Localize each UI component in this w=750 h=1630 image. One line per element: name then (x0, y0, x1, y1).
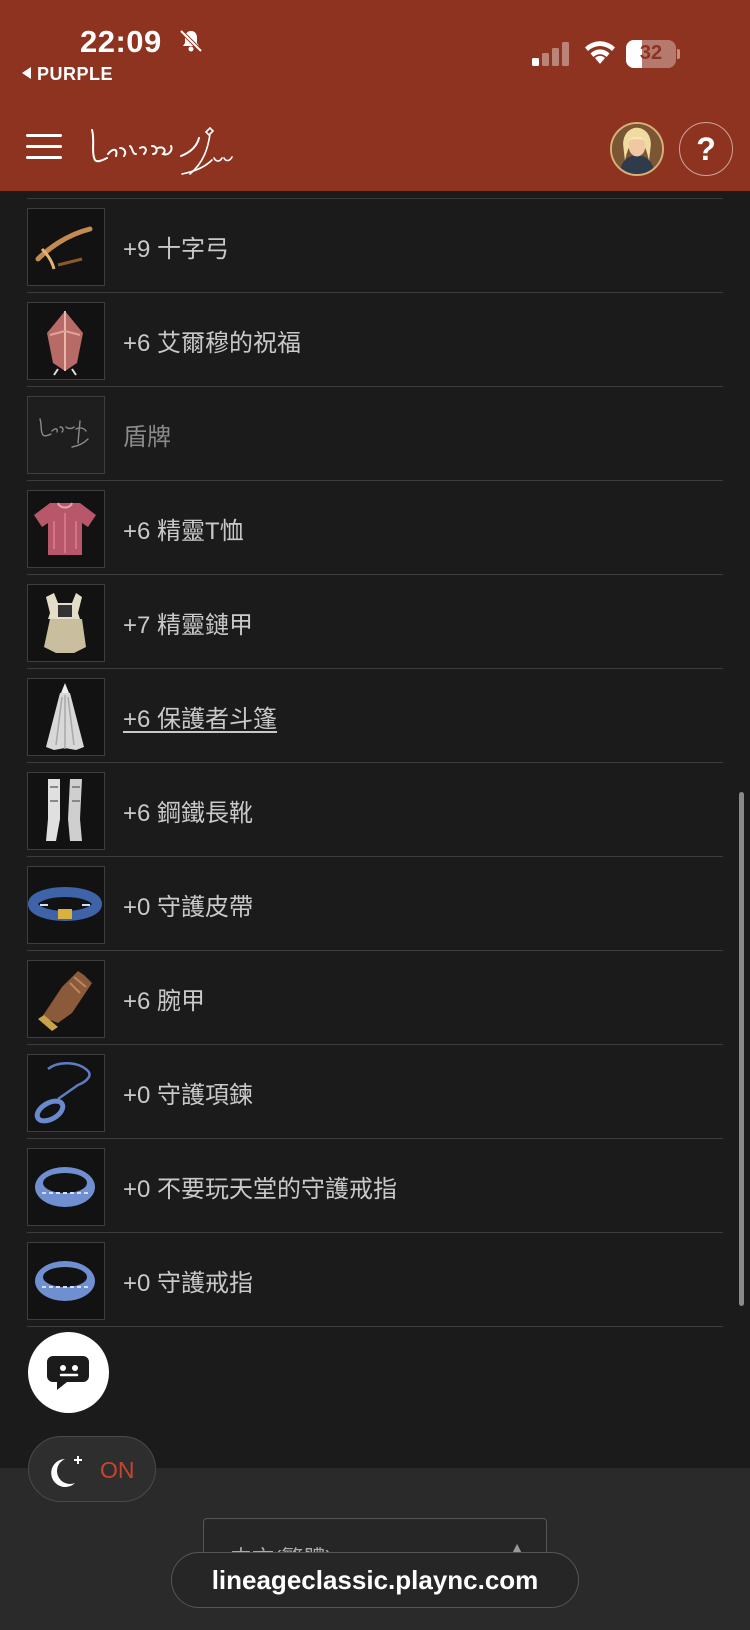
chainmail-icon (27, 584, 105, 662)
boots-icon (27, 772, 105, 850)
equipment-name[interactable]: 盾牌 (123, 417, 171, 452)
equipment-list: +9 十字弓 +6 艾爾穆的祝福 盾牌 +6 精靈T恤 +7 精靈鏈甲 +6 保… (27, 191, 723, 1327)
shield-blessing-icon (27, 302, 105, 380)
equipment-row-shield-empty[interactable]: 盾牌 (27, 387, 723, 481)
equipment-row-cloak-blessing[interactable]: +6 艾爾穆的祝福 (27, 293, 723, 387)
battery-indicator: 32 (626, 40, 680, 68)
equipment-name[interactable]: +6 艾爾穆的祝福 (123, 323, 301, 358)
ring-icon (27, 1242, 105, 1320)
crossbow-icon (27, 208, 105, 286)
wifi-icon (585, 41, 615, 64)
equipment-name[interactable]: +6 腕甲 (123, 981, 205, 1016)
equipment-row-tshirt[interactable]: +6 精靈T恤 (27, 481, 723, 575)
scrollbar[interactable] (739, 792, 744, 1306)
equipment-row-ring-left[interactable]: +0 不要玩天堂的守護戒指 (27, 1139, 723, 1233)
cloak-icon (27, 678, 105, 756)
gauntlet-icon (27, 960, 105, 1038)
user-avatar[interactable] (610, 122, 664, 176)
hamburger-menu-icon[interactable] (26, 134, 62, 162)
equipment-name[interactable]: +0 不要玩天堂的守護戒指 (123, 1169, 397, 1204)
equipment-name[interactable]: +0 守護戒指 (123, 1263, 253, 1298)
app-header: 22:09 PURPLE 32 ? (0, 0, 750, 191)
back-to-app-link[interactable]: PURPLE (22, 64, 113, 85)
necklace-icon (27, 1054, 105, 1132)
lineage-classic-logo[interactable] (86, 118, 236, 182)
equipment-row-boots[interactable]: +6 鋼鐵長靴 (27, 763, 723, 857)
equipment-row-necklace[interactable]: +0 守護項鍊 (27, 1045, 723, 1139)
tshirt-icon (27, 490, 105, 568)
back-arrow-icon (22, 67, 31, 79)
help-button[interactable]: ? (679, 122, 733, 176)
equipment-row-cloak[interactable]: +6 保護者斗篷 (27, 669, 723, 763)
empty-slot-logo-icon (27, 396, 105, 474)
moon-icon (51, 1456, 82, 1487)
chatbot-button[interactable] (28, 1332, 109, 1413)
equipment-name[interactable]: +6 鋼鐵長靴 (123, 793, 253, 828)
status-time: 22:09 (80, 24, 162, 59)
battery-percent: 32 (639, 42, 663, 64)
bell-muted-icon (179, 29, 203, 53)
equipment-row-weapon[interactable]: +9 十字弓 (27, 199, 723, 293)
back-app-label: PURPLE (37, 64, 114, 84)
equipment-name[interactable]: +9 十字弓 (123, 229, 229, 264)
dark-mode-toggle[interactable]: ON (28, 1436, 156, 1502)
equipment-name[interactable]: +6 保護者斗篷 (123, 699, 277, 734)
equipment-row-chainmail[interactable]: +7 精靈鏈甲 (27, 575, 723, 669)
browser-url-bar[interactable]: lineageclassic.plaync.com (171, 1552, 579, 1608)
equipment-name[interactable]: +0 守護項鍊 (123, 1075, 253, 1110)
equipment-name[interactable]: +7 精靈鏈甲 (123, 605, 253, 640)
equipment-name[interactable]: +6 精靈T恤 (123, 511, 244, 546)
ring-icon (27, 1148, 105, 1226)
equipment-row-gauntlet[interactable]: +6 腕甲 (27, 951, 723, 1045)
cellular-signal-icon (532, 42, 569, 66)
equipment-row-ring-right[interactable]: +0 守護戒指 (27, 1233, 723, 1327)
equipment-row-belt[interactable]: +0 守護皮帶 (27, 857, 723, 951)
dark-mode-status: ON (100, 1457, 135, 1483)
equipment-name[interactable]: +0 守護皮帶 (123, 887, 253, 922)
belt-icon (27, 866, 105, 944)
chatbot-icon (47, 1356, 89, 1390)
